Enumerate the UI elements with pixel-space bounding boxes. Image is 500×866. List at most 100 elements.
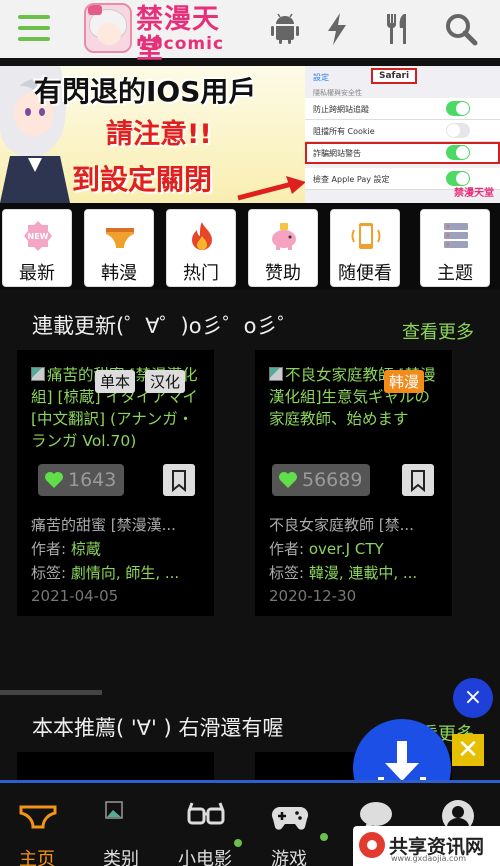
android-icon[interactable] xyxy=(266,10,304,48)
tags-links[interactable]: 韓漫, 連載中, ... xyxy=(309,564,417,582)
settings-row-label: 阻擋所有 Cookie xyxy=(313,127,375,136)
category-label: 主题 xyxy=(437,263,473,284)
tags-label: 标签: xyxy=(31,564,71,582)
bookmark-button[interactable] xyxy=(163,464,195,496)
category-label: 热门 xyxy=(183,263,219,284)
category-label: 韩漫 xyxy=(101,263,137,284)
like-count[interactable]: 56689 xyxy=(272,464,371,496)
comic-card-partial[interactable] xyxy=(17,752,214,782)
nav-games[interactable]: 游戏 xyxy=(254,795,328,866)
search-icon[interactable] xyxy=(442,10,480,48)
comic-title[interactable]: 痛苦的甜蜜 [禁漫漢... xyxy=(31,514,176,535)
banner-instruction: 到設定關閉 xyxy=(72,163,213,196)
broken-image-icon xyxy=(105,801,123,819)
notification-dot xyxy=(234,839,242,847)
settings-row: 阻擋所有 Cookie xyxy=(305,120,500,142)
category-label: 最新 xyxy=(19,263,55,284)
glasses-icon xyxy=(187,802,225,825)
view-more-link[interactable]: 查看更多 xyxy=(402,318,474,344)
logo-mascot xyxy=(84,3,132,53)
broken-image-icon xyxy=(31,367,45,381)
category-theme[interactable]: 主题 xyxy=(420,209,490,287)
author-link[interactable]: over.J CTY xyxy=(309,540,384,558)
new-badge-icon: NEW xyxy=(24,221,52,251)
comic-author: 作者: 椋蔵 xyxy=(31,538,101,559)
author-label: 作者: xyxy=(269,540,309,558)
nav-categories[interactable]: 类别 xyxy=(86,795,156,866)
close-ad-button[interactable]: × xyxy=(453,678,493,718)
comic-date: 2021-04-05 xyxy=(31,587,119,605)
nav-label: 主页 xyxy=(19,849,55,866)
phone-shake-icon xyxy=(351,223,381,249)
settings-row: 防止跨網站追蹤 xyxy=(305,98,500,120)
underwear-icon xyxy=(106,228,134,248)
top-header: 禁漫天堂 18comic xyxy=(0,0,500,65)
nav-label: 小电影 xyxy=(178,849,232,866)
fork-knife-icon[interactable] xyxy=(378,10,416,48)
settings-title: Safari xyxy=(371,68,418,84)
watermark-logo-icon xyxy=(359,832,385,858)
settings-row-highlighted: 詐騙網站警告 xyxy=(305,142,500,164)
category-korean[interactable]: 韩漫 xyxy=(84,209,154,287)
tags-links[interactable]: 劇情向, 師生, ... xyxy=(71,564,179,582)
author-link[interactable]: 椋蔵 xyxy=(71,540,101,558)
nav-label: 类别 xyxy=(103,849,139,866)
fire-icon xyxy=(192,222,212,250)
menu-icon[interactable] xyxy=(18,15,50,41)
banner-headline: 有閃退的IOS用戶 xyxy=(34,75,257,108)
toggle-switch xyxy=(446,123,470,138)
lightning-icon[interactable] xyxy=(318,10,356,48)
category-row: NEW 最新 韩漫 热门 赞助 随便看 主题 xyxy=(0,203,500,290)
settings-row-label: 詐騙網站警告 xyxy=(313,149,361,158)
settings-back-label: 設定 xyxy=(313,73,329,82)
heart-icon xyxy=(45,472,63,488)
comic-tags: 标签: 韓漫, 連載中, ... xyxy=(269,562,417,583)
tag-badge: 汉化 xyxy=(145,370,186,393)
category-label: 赞助 xyxy=(265,263,301,284)
section-title-recommend: 本本推薦( '∀' ) 右滑還有喔 xyxy=(32,716,284,740)
nav-videos[interactable]: 小电影 xyxy=(170,795,242,866)
nav-label: 游戏 xyxy=(271,849,307,866)
heart-icon xyxy=(279,472,297,488)
ios-notice-banner[interactable]: 有閃退的IOS用戶 請注意!! 到設定關閉 設定 Safari 隱私權與安全性 … xyxy=(0,66,500,203)
category-sponsor[interactable]: 赞助 xyxy=(248,209,318,287)
server-rack-icon xyxy=(444,223,468,248)
comic-title[interactable]: 不良女家庭教師 [禁... xyxy=(269,514,414,535)
tags-label: 标签: xyxy=(269,564,309,582)
site-logo[interactable]: 禁漫天堂 18comic xyxy=(84,3,246,65)
piggy-bank-icon xyxy=(272,223,296,250)
comic-author: 作者: over.J CTY xyxy=(269,538,384,559)
banner-text-panel: 有閃退的IOS用戶 請注意!! 到設定關閉 xyxy=(0,66,306,203)
scroll-indicator[interactable] xyxy=(0,690,102,695)
tag-badge: 单本 xyxy=(95,370,136,393)
settings-row-label: 防止跨網站追蹤 xyxy=(313,105,369,114)
category-random[interactable]: 随便看 xyxy=(330,209,400,287)
category-hot[interactable]: 热门 xyxy=(166,209,236,287)
underwear-icon xyxy=(19,805,57,829)
ios-settings-screenshot: 設定 Safari 隱私權與安全性 防止跨網站追蹤 阻擋所有 Cookie 詐騙… xyxy=(305,66,500,203)
category-label: 随便看 xyxy=(338,263,392,284)
settings-section-label: 隱私權與安全性 xyxy=(313,89,362,97)
notification-dot xyxy=(320,833,328,841)
tag-badge: 韩漫 xyxy=(384,370,425,393)
like-count-value: 1643 xyxy=(68,469,117,491)
category-latest[interactable]: NEW 最新 xyxy=(2,209,72,287)
like-count[interactable]: 1643 xyxy=(38,464,125,496)
author-label: 作者: xyxy=(31,540,71,558)
settings-row-label: 檢查 Apple Pay 設定 xyxy=(313,175,390,184)
comic-tags: 标签: 劇情向, 師生, ... xyxy=(31,562,179,583)
bookmark-icon xyxy=(411,470,425,493)
banner-warning: 請注意!! xyxy=(106,119,212,150)
svg-text:NEW: NEW xyxy=(28,232,49,241)
toggle-switch xyxy=(446,101,470,116)
arrow-right-icon xyxy=(237,176,306,201)
logo-subtitle: 18comic xyxy=(138,34,225,54)
site-watermark: 共享资讯网 www.gxdaojia.com xyxy=(353,826,500,866)
dismiss-button[interactable]: ✕ xyxy=(452,734,484,766)
bookmark-icon xyxy=(172,470,186,493)
bookmark-button[interactable] xyxy=(402,464,434,496)
broken-image-icon xyxy=(269,367,283,381)
watermark-url: www.gxdaojia.com xyxy=(391,854,467,863)
nav-home[interactable]: 主页 xyxy=(2,795,72,866)
banner-brand-mark: 禁漫天堂 xyxy=(454,188,494,199)
